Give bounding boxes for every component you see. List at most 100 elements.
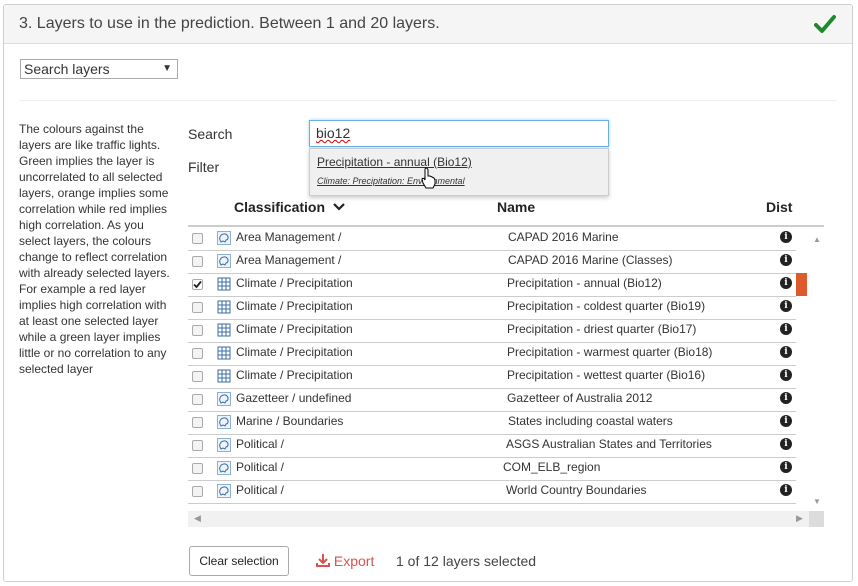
row-name: Precipitation - coldest quarter (Bio19) bbox=[507, 299, 706, 313]
grid-layer-icon bbox=[217, 277, 231, 291]
layers-panel: 3. Layers to use in the prediction. Betw… bbox=[3, 4, 853, 582]
row-name: States including coastal waters bbox=[508, 414, 673, 428]
info-icon[interactable]: i bbox=[780, 300, 792, 312]
row-name: ASGS Australian States and Territories bbox=[506, 437, 712, 451]
search-label: Search bbox=[188, 126, 233, 142]
panel-title: 3. Layers to use in the prediction. Betw… bbox=[19, 15, 440, 32]
table-row[interactable]: Gazetteer / undefined Gazetteer of Austra… bbox=[188, 388, 796, 412]
row-classification: Climate / Precipitation bbox=[236, 345, 353, 359]
export-label: Export bbox=[333, 553, 375, 569]
info-icon[interactable]: i bbox=[780, 323, 792, 335]
table-row[interactable]: Area Management / CAPAD 2016 Marine i bbox=[188, 227, 796, 251]
scroll-down-icon[interactable]: ▼ bbox=[813, 497, 821, 506]
contextual-map-icon bbox=[217, 254, 231, 268]
row-classification: Area Management / bbox=[236, 253, 342, 267]
panel-header: 3. Layers to use in the prediction. Betw… bbox=[4, 5, 852, 44]
info-icon[interactable]: i bbox=[780, 277, 792, 289]
table-row[interactable]: Political / World Country Boundaries i bbox=[188, 480, 796, 504]
column-header-classification[interactable]: Classification bbox=[234, 199, 345, 215]
column-header-classification-label: Classification bbox=[234, 199, 326, 215]
contextual-map-icon bbox=[217, 484, 231, 498]
info-icon[interactable]: i bbox=[780, 392, 792, 404]
row-classification: Political / bbox=[236, 483, 285, 497]
table-row[interactable]: Climate / Precipitation Precipitation - w… bbox=[188, 342, 796, 366]
row-checkbox[interactable] bbox=[192, 440, 203, 451]
row-checkbox[interactable] bbox=[192, 417, 203, 428]
search-input[interactable]: bio12 bbox=[309, 120, 609, 147]
export-link[interactable]: Export bbox=[316, 553, 374, 569]
row-classification: Climate / Precipitation bbox=[236, 322, 353, 336]
row-name: CAPAD 2016 Marine bbox=[508, 230, 619, 244]
row-classification: Climate / Precipitation bbox=[236, 299, 353, 313]
info-icon[interactable]: i bbox=[780, 231, 792, 243]
table-row[interactable]: Political / ASGS Australian States and Te… bbox=[188, 434, 796, 458]
correlation-indicator bbox=[796, 273, 807, 296]
info-icon[interactable]: i bbox=[780, 461, 792, 473]
column-header-name[interactable]: Name bbox=[497, 199, 535, 215]
row-classification: Climate / Precipitation bbox=[236, 276, 353, 290]
table-row[interactable]: Marine / Boundaries States including coas… bbox=[188, 411, 796, 435]
row-checkbox[interactable] bbox=[192, 463, 203, 474]
filter-label: Filter bbox=[188, 159, 220, 175]
info-icon[interactable]: i bbox=[780, 346, 792, 358]
row-name: Gazetteer of Australia 2012 bbox=[507, 391, 653, 405]
contextual-map-icon bbox=[217, 415, 231, 429]
info-icon[interactable]: i bbox=[780, 369, 792, 381]
row-name: Precipitation - warmest quarter (Bio18) bbox=[507, 345, 713, 359]
vertical-scrollbar[interactable]: ▲ ▼ bbox=[809, 227, 824, 506]
row-checkbox[interactable] bbox=[192, 279, 203, 290]
table-row[interactable]: Climate / Precipitation Precipitation - a… bbox=[188, 273, 807, 297]
checkmark-icon bbox=[814, 15, 836, 33]
search-mode-value: Search layers bbox=[24, 61, 110, 77]
row-checkbox[interactable] bbox=[192, 486, 203, 497]
table-row[interactable]: Area Management / CAPAD 2016 Marine (Clas… bbox=[188, 250, 796, 274]
scroll-up-icon[interactable]: ▲ bbox=[813, 235, 821, 244]
dropdown-arrow-icon: ▼ bbox=[162, 63, 172, 74]
search-mode-select[interactable]: Search layers ▼ bbox=[20, 59, 178, 79]
layers-table: Area Management / CAPAD 2016 Marine i Area … bbox=[188, 225, 824, 507]
grid-layer-icon bbox=[217, 346, 231, 360]
row-name: Precipitation - annual (Bio12) bbox=[507, 276, 662, 290]
grid-layer-icon bbox=[217, 300, 231, 314]
row-name: World Country Boundaries bbox=[506, 483, 647, 497]
horizontal-scrollbar[interactable]: ◀ ▶ bbox=[188, 511, 824, 527]
info-icon[interactable]: i bbox=[780, 484, 792, 496]
row-name: Precipitation - driest quarter (Bio17) bbox=[507, 322, 697, 336]
selection-status: 1 of 12 layers selected bbox=[396, 553, 537, 569]
scroll-right-icon[interactable]: ▶ bbox=[796, 513, 803, 524]
search-input-value: bio12 bbox=[316, 125, 351, 141]
divider bbox=[19, 100, 837, 101]
row-checkbox[interactable] bbox=[192, 302, 203, 313]
download-icon bbox=[316, 554, 330, 567]
info-icon[interactable]: i bbox=[780, 415, 792, 427]
scroll-left-icon[interactable]: ◀ bbox=[194, 513, 201, 524]
chevron-down-icon bbox=[333, 203, 345, 211]
info-icon[interactable]: i bbox=[780, 254, 792, 266]
row-classification: Area Management / bbox=[236, 230, 342, 244]
column-header-dist[interactable]: Dist bbox=[766, 199, 792, 215]
autocomplete-dropdown[interactable]: Precipitation - annual (Bio12) Climate: … bbox=[309, 148, 609, 196]
row-classification: Political / bbox=[236, 437, 285, 451]
row-checkbox[interactable] bbox=[192, 371, 203, 382]
row-checkbox[interactable] bbox=[192, 348, 203, 359]
contextual-map-icon bbox=[217, 392, 231, 406]
contextual-map-icon bbox=[217, 438, 231, 452]
row-name: Precipitation - wettest quarter (Bio16) bbox=[507, 368, 706, 382]
table-row[interactable]: Climate / Precipitation Precipitation - c… bbox=[188, 296, 796, 320]
table-row[interactable]: Climate / Precipitation Precipitation - d… bbox=[188, 319, 796, 343]
clear-selection-button[interactable]: Clear selection bbox=[189, 546, 289, 576]
row-checkbox[interactable] bbox=[192, 394, 203, 405]
row-checkbox[interactable] bbox=[192, 256, 203, 267]
row-checkbox[interactable] bbox=[192, 233, 203, 244]
row-classification: Gazetteer / undefined bbox=[236, 391, 352, 405]
row-checkbox[interactable] bbox=[192, 325, 203, 336]
grid-layer-icon bbox=[217, 369, 231, 383]
row-classification: Climate / Precipitation bbox=[236, 368, 353, 382]
hand-cursor-icon bbox=[421, 167, 436, 189]
table-row[interactable]: Climate / Precipitation Precipitation - w… bbox=[188, 365, 796, 389]
row-name: COM_ELB_region bbox=[503, 460, 601, 474]
table-row[interactable]: Political / COM_ELB_region i bbox=[188, 457, 796, 481]
info-icon[interactable]: i bbox=[780, 438, 792, 450]
autocomplete-item-title[interactable]: Precipitation - annual (Bio12) bbox=[317, 155, 472, 169]
autocomplete-item-subtitle: Climate: Precipitation: Environmental bbox=[317, 176, 465, 186]
